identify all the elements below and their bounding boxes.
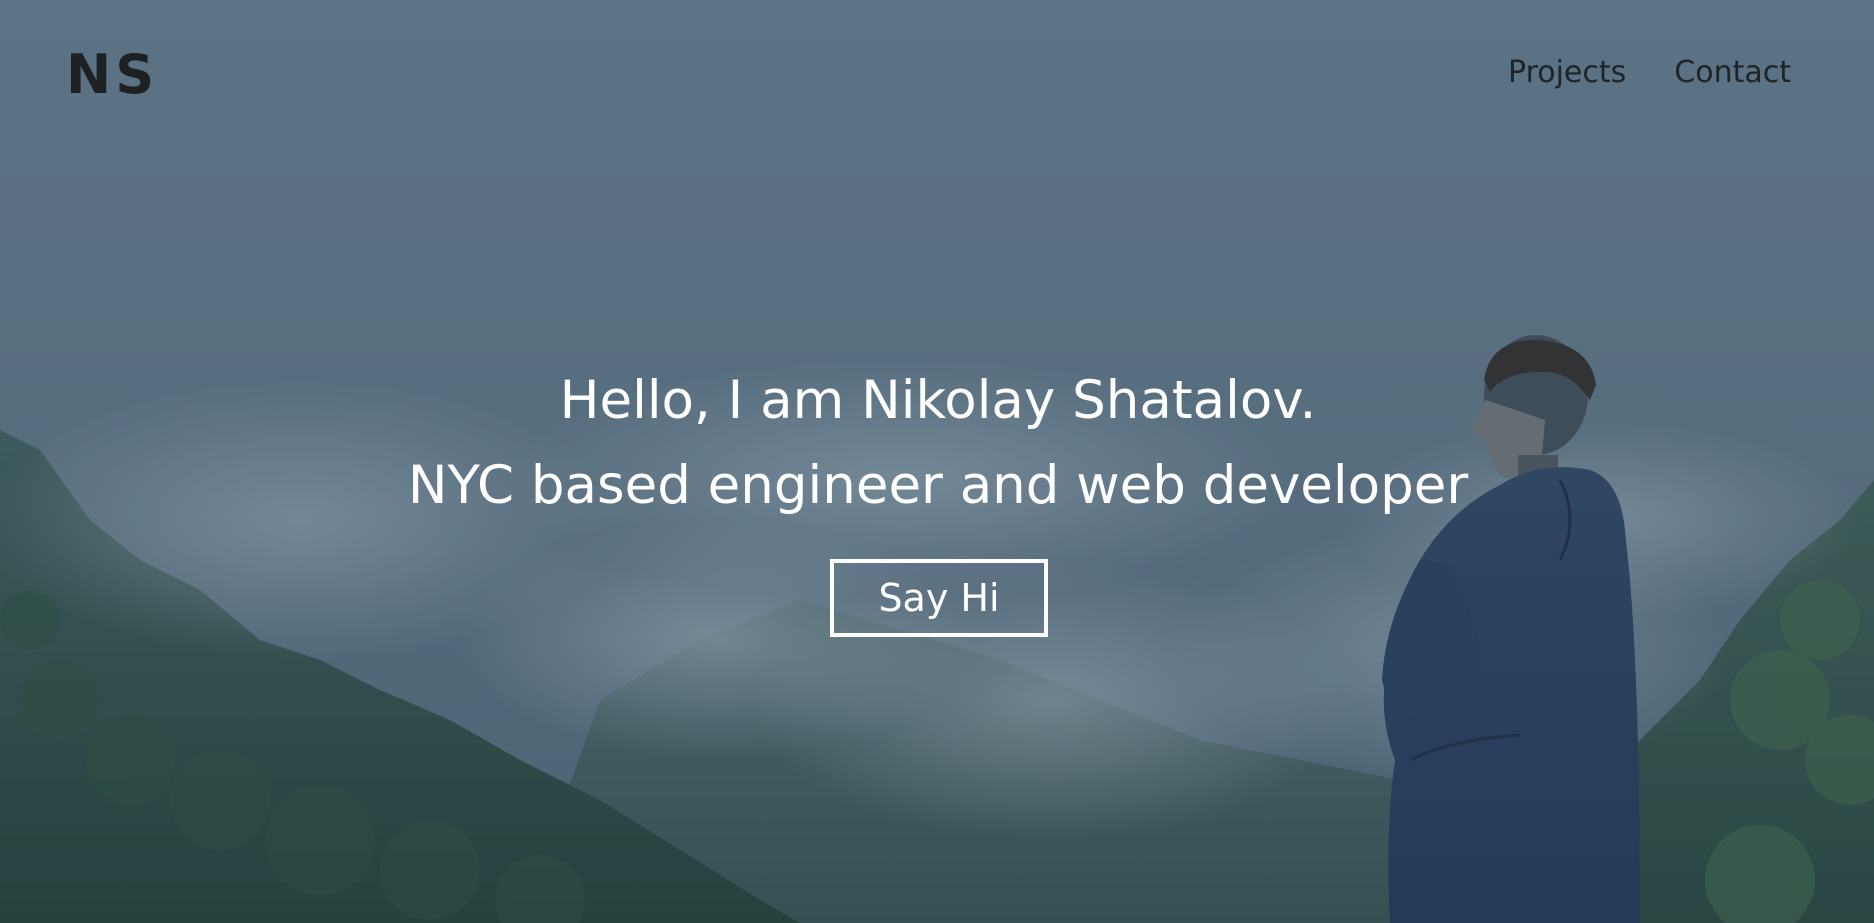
hero-section: NS Projects Contact Hello, I am Nikolay … <box>0 0 1874 923</box>
logo[interactable]: NS <box>66 48 158 102</box>
say-hi-button[interactable]: Say Hi <box>830 559 1048 637</box>
nav-links: Projects Contact <box>1508 58 1791 88</box>
navbar: NS Projects Contact <box>0 0 1874 160</box>
nav-link-projects[interactable]: Projects <box>1508 58 1626 88</box>
nav-link-contact[interactable]: Contact <box>1674 58 1791 88</box>
hero-headline: Hello, I am Nikolay Shatalov. <box>559 370 1317 431</box>
hero-subheadline: NYC based engineer and web developer <box>407 455 1469 516</box>
